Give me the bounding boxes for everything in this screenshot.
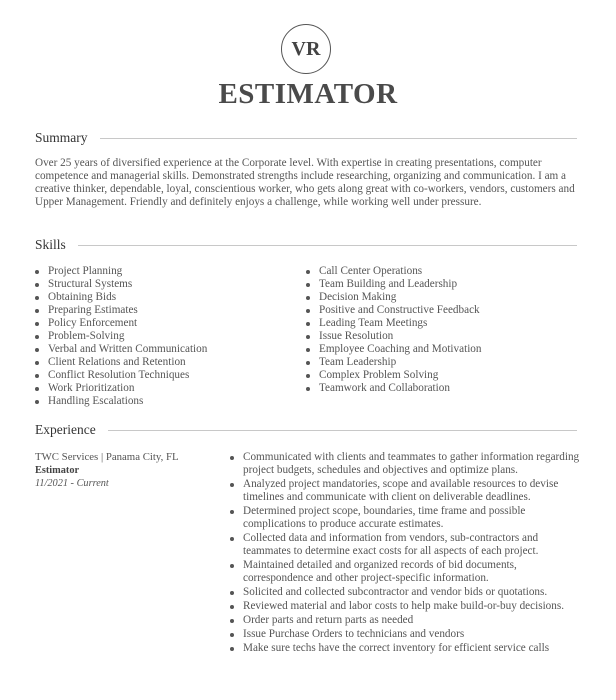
section-divider [99, 137, 577, 139]
resume-title: ESTIMATOR [218, 78, 398, 110]
job-bullet: Make sure techs have the correct invento… [230, 642, 582, 655]
skills-list-left: Project Planning Structural Systems Obta… [35, 265, 295, 408]
skill-item: Structural Systems [35, 278, 295, 291]
skill-item: Preparing Estimates [35, 304, 295, 317]
skill-item: Policy Enforcement [35, 317, 295, 330]
skill-item: Work Prioritization [35, 382, 295, 395]
job-bullet: Collected data and information from vend… [230, 532, 582, 558]
skill-item: Employee Coaching and Motivation [306, 343, 576, 356]
skill-item: Verbal and Written Communication [35, 343, 295, 356]
job-bullet: Analyzed project mandatories, scope and … [230, 478, 582, 504]
section-divider [107, 429, 577, 431]
skill-item: Teamwork and Collaboration [306, 382, 576, 395]
skill-item: Handling Escalations [35, 395, 295, 408]
job-bullet: Order parts and return parts as needed [230, 614, 582, 627]
job-bullet: Reviewed material and labor costs to hel… [230, 600, 582, 613]
summary-text: Over 25 years of diversified experience … [35, 157, 575, 208]
summary-section-header: Summary [35, 130, 577, 146]
job-position: Estimator [35, 465, 80, 476]
skills-heading: Skills [35, 237, 66, 252]
skill-item: Obtaining Bids [35, 291, 295, 304]
skill-item: Problem-Solving [35, 330, 295, 343]
job-bullets: Communicated with clients and teammates … [230, 451, 582, 656]
experience-section-header: Experience [35, 422, 577, 438]
job-bullet: Solicited and collected subcontractor an… [230, 586, 582, 599]
skill-item: Project Planning [35, 265, 295, 278]
skill-item: Client Relations and Retention [35, 356, 295, 369]
skill-item: Decision Making [306, 291, 576, 304]
skills-list-right: Call Center Operations Team Building and… [306, 265, 576, 395]
section-divider [77, 244, 577, 246]
job-bullet: Communicated with clients and teammates … [230, 451, 582, 477]
initials: VR [291, 37, 321, 60]
skill-item: Team Leadership [306, 356, 576, 369]
job-company-location: TWC Services | Panama City, FL [35, 451, 179, 463]
summary-heading: Summary [35, 130, 88, 145]
skill-item: Team Building and Leadership [306, 278, 576, 291]
skill-item: Conflict Resolution Techniques [35, 369, 295, 382]
job-bullet: Issue Purchase Orders to technicians and… [230, 628, 582, 641]
monogram-avatar: VR [281, 24, 331, 74]
skill-item: Leading Team Meetings [306, 317, 576, 330]
job-dates: 11/2021 - Current [35, 478, 109, 489]
skill-item: Call Center Operations [306, 265, 576, 278]
skill-item: Positive and Constructive Feedback [306, 304, 576, 317]
experience-heading: Experience [35, 422, 96, 437]
job-bullet: Maintained detailed and organized record… [230, 559, 582, 585]
job-meta: TWC Services | Panama City, FL Estimator… [35, 451, 220, 490]
job-bullet: Determined project scope, boundaries, ti… [230, 505, 582, 531]
skills-section-header: Skills [35, 237, 577, 253]
skill-item: Issue Resolution [306, 330, 576, 343]
skill-item: Complex Problem Solving [306, 369, 576, 382]
